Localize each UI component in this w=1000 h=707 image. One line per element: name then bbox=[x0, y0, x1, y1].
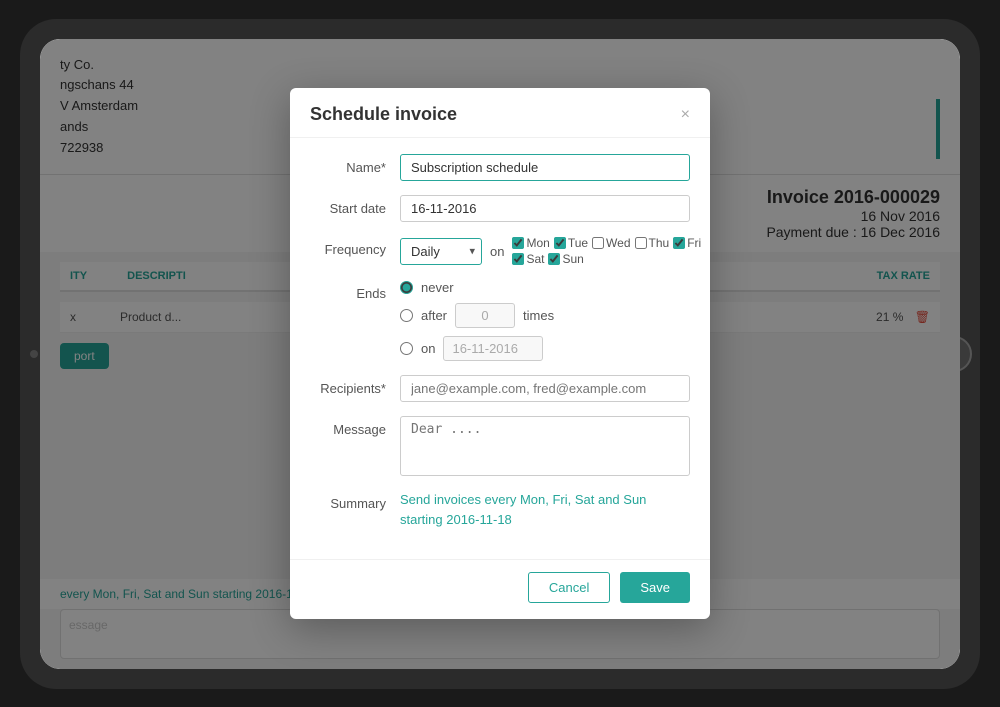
recipients-label: Recipients* bbox=[310, 375, 400, 396]
frequency-row: Frequency Daily Weekly Monthly on bbox=[310, 236, 690, 266]
screen: ty Co. ngschans 44 V Amsterdam ands 7229… bbox=[40, 39, 960, 669]
ends-row: Ends never after times bbox=[310, 280, 690, 361]
modal-title: Schedule invoice bbox=[310, 104, 457, 125]
name-input[interactable] bbox=[400, 154, 690, 181]
save-button[interactable]: Save bbox=[620, 572, 690, 603]
day-tue[interactable]: Tue bbox=[554, 236, 588, 250]
camera-icon bbox=[30, 350, 38, 358]
frequency-label: Frequency bbox=[310, 236, 400, 257]
modal-header: Schedule invoice × bbox=[290, 88, 710, 138]
modal-close-button[interactable]: × bbox=[681, 107, 690, 123]
ends-label: Ends bbox=[310, 280, 400, 301]
ends-on-radio[interactable] bbox=[400, 342, 413, 355]
ends-on-label: on bbox=[421, 341, 435, 356]
ends-on-date-input[interactable] bbox=[443, 336, 543, 361]
summary-row: Summary Send invoices every Mon, Fri, Sa… bbox=[310, 490, 690, 529]
device-frame: ty Co. ngschans 44 V Amsterdam ands 7229… bbox=[20, 19, 980, 689]
ends-after-radio[interactable] bbox=[400, 309, 413, 322]
day-mon[interactable]: Mon bbox=[512, 236, 549, 250]
message-row: Message bbox=[310, 416, 690, 476]
name-label: Name* bbox=[310, 154, 400, 175]
ends-times-label: times bbox=[523, 308, 554, 323]
modal-body: Name* Start date Frequency bbox=[290, 138, 710, 559]
start-date-row: Start date bbox=[310, 195, 690, 222]
recipients-input[interactable] bbox=[400, 375, 690, 402]
start-date-input[interactable] bbox=[400, 195, 690, 222]
frequency-select[interactable]: Daily Weekly Monthly bbox=[400, 238, 482, 265]
message-label: Message bbox=[310, 416, 400, 437]
name-row: Name* bbox=[310, 154, 690, 181]
schedule-invoice-modal: Schedule invoice × Name* Start date bbox=[290, 88, 710, 619]
recipients-row: Recipients* bbox=[310, 375, 690, 402]
frequency-select-wrap: Daily Weekly Monthly bbox=[400, 238, 482, 265]
day-thu[interactable]: Thu bbox=[635, 236, 670, 250]
summary-label: Summary bbox=[310, 490, 400, 511]
days-group: Mon Tue Wed bbox=[512, 236, 701, 266]
day-wed[interactable]: Wed bbox=[592, 236, 630, 250]
summary-text: Send invoices every Mon, Fri, Sat and Su… bbox=[400, 490, 690, 529]
cancel-button[interactable]: Cancel bbox=[528, 572, 610, 603]
ends-after-label: after bbox=[421, 308, 447, 323]
modal-footer: Cancel Save bbox=[290, 559, 710, 619]
day-fri[interactable]: Fri bbox=[673, 236, 701, 250]
day-sat[interactable]: Sat bbox=[512, 252, 544, 266]
start-date-label: Start date bbox=[310, 195, 400, 216]
ends-on-option: on bbox=[400, 336, 554, 361]
day-sun[interactable]: Sun bbox=[548, 252, 583, 266]
ends-after-option: after times bbox=[400, 303, 554, 328]
ends-never-label: never bbox=[421, 280, 454, 295]
ends-never-radio[interactable] bbox=[400, 281, 413, 294]
on-label: on bbox=[490, 244, 504, 259]
modal-overlay: Schedule invoice × Name* Start date bbox=[40, 39, 960, 669]
ends-after-input[interactable] bbox=[455, 303, 515, 328]
message-textarea[interactable] bbox=[400, 416, 690, 476]
ends-section: never after times on bbox=[400, 280, 554, 361]
ends-never-option: never bbox=[400, 280, 554, 295]
